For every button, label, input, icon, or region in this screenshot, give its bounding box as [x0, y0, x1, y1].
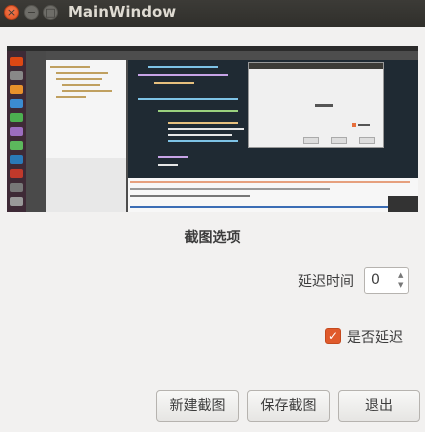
preview-code-line: [154, 82, 194, 84]
preview-tree-line: [62, 84, 100, 86]
preview-launcher-icon: [10, 99, 23, 108]
spinbox-arrows: ▲ ▼: [395, 268, 408, 293]
preview-dialog-label: [315, 104, 333, 107]
new-screenshot-button[interactable]: 新建截图: [156, 390, 239, 422]
close-button[interactable]: ×: [4, 5, 19, 20]
delay-enabled-checkbox[interactable]: ✓: [325, 328, 341, 344]
preview-code-line: [168, 134, 232, 136]
section-title: 截图选项: [184, 230, 241, 246]
delay-time-label: 延迟时间: [298, 274, 354, 290]
preview-dialog-button: [331, 137, 347, 144]
preview-open-documents: [46, 158, 126, 212]
preview-console-line: [130, 181, 410, 183]
maximize-button[interactable]: □: [43, 5, 58, 20]
preview-output-panel: [388, 196, 418, 212]
preview-project-tree: [46, 60, 126, 158]
preview-launcher-icon: [10, 155, 23, 164]
preview-console-line: [130, 206, 400, 208]
preview-code-line: [168, 140, 238, 142]
maximize-icon: □: [45, 6, 56, 19]
minimize-button[interactable]: −: [24, 5, 39, 20]
preview-tree-line: [62, 90, 112, 92]
preview-tree-line: [50, 66, 90, 68]
chevron-down-icon[interactable]: ▼: [398, 282, 403, 289]
save-screenshot-button[interactable]: 保存截图: [247, 390, 330, 422]
preview-launcher-icon: [10, 127, 23, 136]
preview-launcher-icon: [10, 183, 23, 192]
preview-code-line: [158, 164, 178, 166]
title-bar: × − □ MainWindow: [0, 0, 425, 27]
preview-code-line: [138, 74, 228, 76]
preview-launcher-icon: [10, 113, 23, 122]
preview-dialog-checkbox-label: [358, 124, 370, 126]
preview-dialog-button: [303, 137, 319, 144]
preview-launcher-icon: [10, 141, 23, 150]
preview-code-line: [158, 110, 238, 112]
preview-console-line: [130, 195, 250, 197]
quit-button[interactable]: 退出: [338, 390, 420, 422]
preview-launcher-icon: [10, 197, 23, 206]
preview-code-line: [138, 98, 238, 100]
preview-tree-line: [56, 72, 108, 74]
preview-tree-line: [56, 78, 102, 80]
preview-side-panel: [26, 51, 46, 212]
preview-top-panel: [7, 46, 418, 51]
preview-launcher-icon: [10, 85, 23, 94]
preview-dialog-titlebar: [249, 63, 383, 69]
delay-time-value: 0: [371, 272, 380, 288]
preview-tree-line: [56, 96, 86, 98]
preview-launcher-icon: [10, 169, 23, 178]
preview-console: [128, 178, 418, 212]
preview-launcher-icon: [10, 71, 23, 80]
screenshot-preview: [7, 46, 418, 212]
chevron-up-icon[interactable]: ▲: [398, 272, 403, 279]
preview-code-line: [148, 66, 218, 68]
preview-launcher: [7, 51, 26, 212]
window-title: MainWindow: [68, 3, 177, 21]
delay-enabled-label: 是否延迟: [347, 330, 403, 346]
preview-dialog-checkbox: [352, 123, 356, 127]
close-icon: ×: [6, 6, 17, 19]
preview-console-line: [130, 188, 330, 190]
minimize-icon: −: [26, 6, 37, 19]
preview-code-line: [158, 156, 188, 158]
delay-time-spinbox[interactable]: 0 ▲ ▼: [364, 267, 409, 294]
preview-dialog: [248, 62, 384, 148]
checkmark-icon: ✓: [327, 329, 339, 343]
preview-code-line: [168, 128, 244, 130]
preview-code-line: [168, 122, 238, 124]
preview-dialog-button: [359, 137, 375, 144]
preview-launcher-icon: [10, 57, 23, 66]
